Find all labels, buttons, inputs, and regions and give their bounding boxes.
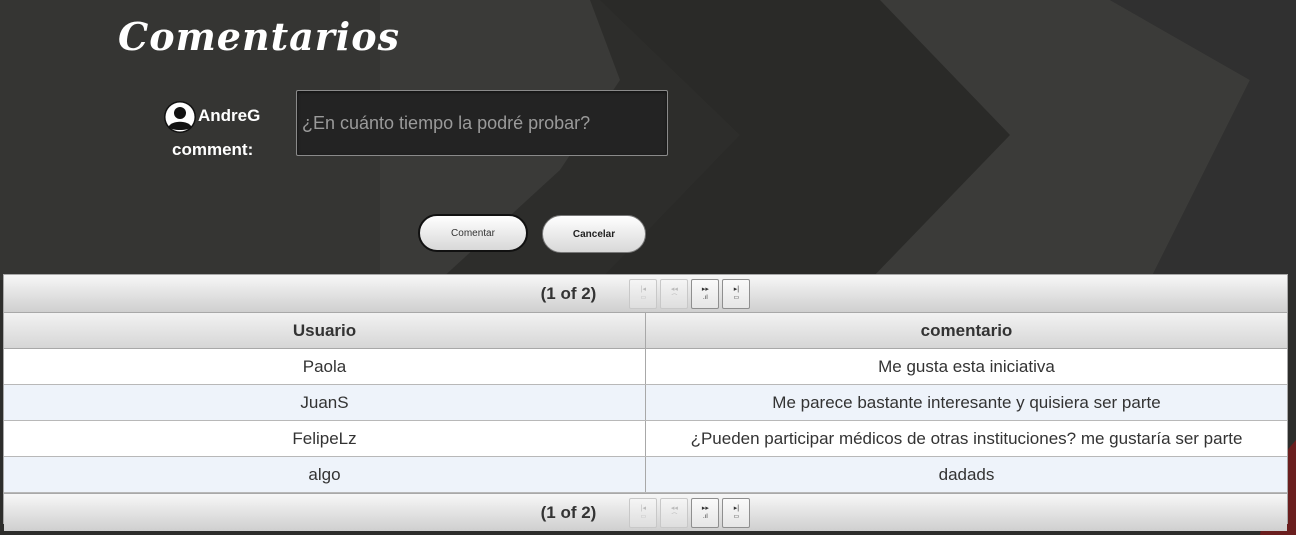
paginator-bottom: (1 of 2) |◂ ▭ ◂◂ ⌒ ▸▸ .ıl ▸| ▭ xyxy=(4,493,1287,531)
cell-comentario: dadads xyxy=(645,456,1287,493)
user-circle-icon xyxy=(164,101,196,133)
cell-comentario: Me parece bastante interesante y quisier… xyxy=(645,384,1287,421)
paginator-top: (1 of 2) |◂ ▭ ◂◂ ⌒ ▸▸ .ıl ▸| ▭ xyxy=(4,275,1287,313)
table-row: FelipeLz ¿Pueden participar médicos de o… xyxy=(4,420,1287,457)
next-page-icon[interactable]: ▸▸ .ıl xyxy=(691,497,720,528)
cell-comentario: Me gusta esta iniciativa xyxy=(645,348,1287,385)
page-report: (1 of 2) xyxy=(540,502,597,522)
cell-usuario: JuanS xyxy=(4,384,646,421)
cell-usuario: Paola xyxy=(4,348,646,385)
first-page-icon[interactable]: |◂ ▭ xyxy=(629,497,658,528)
next-page-icon[interactable]: ▸▸ .ıl xyxy=(691,278,720,309)
comment-label: comment: xyxy=(172,140,254,159)
comment-input[interactable] xyxy=(296,90,668,156)
comentar-button[interactable]: Comentar xyxy=(418,214,528,252)
cell-usuario: algo xyxy=(4,456,646,493)
page-title: Comentarios xyxy=(118,14,400,59)
column-header-usuario[interactable]: Usuario xyxy=(4,313,646,349)
page-report: (1 of 2) xyxy=(540,283,597,303)
cell-comentario: ¿Pueden participar médicos de otras inst… xyxy=(645,420,1287,457)
last-page-icon[interactable]: ▸| ▭ xyxy=(722,278,751,309)
table-row: Paola Me gusta esta iniciativa xyxy=(4,348,1287,385)
first-page-icon[interactable]: |◂ ▭ xyxy=(629,278,658,309)
column-header-comentario[interactable]: comentario xyxy=(645,313,1287,349)
cancelar-button[interactable]: Cancelar xyxy=(542,215,646,253)
username-label: AndreG xyxy=(198,106,261,125)
comments-grid: Usuario comentario Paola Me gusta esta i… xyxy=(4,313,1287,493)
table-row: JuanS Me parece bastante interesante y q… xyxy=(4,384,1287,421)
table-row: algo dadads xyxy=(4,456,1287,493)
prev-page-icon[interactable]: ◂◂ ⌒ xyxy=(660,278,689,309)
comments-table: (1 of 2) |◂ ▭ ◂◂ ⌒ ▸▸ .ıl ▸| ▭ Usuario comen… xyxy=(3,274,1288,531)
last-page-icon[interactable]: ▸| ▭ xyxy=(722,497,751,528)
prev-page-icon[interactable]: ◂◂ ⌒ xyxy=(660,497,689,528)
cell-usuario: FelipeLz xyxy=(4,420,646,457)
